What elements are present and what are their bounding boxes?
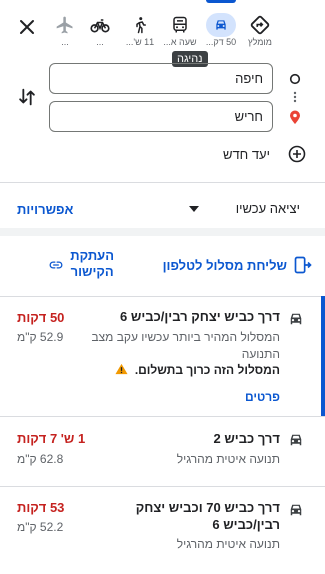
link-icon [49, 261, 63, 269]
add-circle-icon [288, 145, 306, 163]
section-separator [0, 228, 325, 236]
route-dots-icon [293, 90, 297, 108]
swap-icon [19, 88, 35, 106]
depart-time-dropdown[interactable]: יציאה עכשיו [185, 200, 300, 220]
route-option-1[interactable]: דרך כביש יצחק רבין/כביש 6 המסלול המהיר ב… [0, 296, 325, 416]
active-mode-indicator [206, 0, 236, 3]
route-option-3[interactable]: דרך כביש 70 וכביש יצחק רבין/כביש 6 תנועה… [0, 487, 325, 574]
divider [0, 182, 325, 183]
copy-link-label-line1: העתקת [70, 248, 114, 263]
copy-link-button[interactable]: העתקת הקישור [48, 248, 114, 284]
car-icon [290, 434, 302, 446]
send-to-phone-label: שליחת מסלול לטלפון [162, 258, 287, 273]
route-details-link[interactable]: פרטים [245, 390, 280, 404]
mode-label: ... [96, 37, 104, 47]
warning-icon [115, 363, 129, 375]
mode-driving[interactable]: 50 דק... [201, 13, 241, 47]
mode-flight[interactable]: ... [45, 14, 85, 47]
mode-label: 11 ש'... [125, 37, 155, 47]
mode-label: מומלץ [248, 37, 272, 47]
route-title: דרך כביש 2 [213, 431, 280, 446]
car-icon [290, 313, 302, 325]
walking-icon [120, 14, 160, 36]
destination-pin-icon [289, 110, 301, 130]
route-duration: 50 דקות [17, 310, 65, 325]
route-description: המסלול המהיר ביותר עכשיו עקב מצב [91, 330, 280, 344]
add-destination-label: יעד חדש [222, 147, 270, 162]
depart-time-label: יציאה עכשיו [235, 201, 300, 216]
car-icon [206, 13, 236, 37]
caret-down-icon [189, 206, 199, 212]
add-destination-button[interactable]: יעד חדש [160, 144, 310, 166]
origin-marker-icon [289, 72, 301, 90]
mode-transit[interactable]: שעה א... [160, 14, 200, 47]
toll-warning-text: המסלול הזה כרוך בתשלום. [134, 363, 280, 377]
route-title: רבין/כביש 6 [212, 517, 280, 532]
directions-icon [240, 14, 280, 36]
mode-label: ... [61, 37, 69, 47]
route-duration: 1 ש' 7 דקות [17, 431, 86, 446]
mode-walking[interactable]: 11 ש'... [120, 14, 160, 47]
route-option-2[interactable]: דרך כביש 2 תנועה איטית מהרגיל 1 ש' 7 דקו… [0, 417, 325, 485]
bus-icon [160, 14, 200, 36]
route-description: תנועה איטית מהרגיל [176, 537, 280, 551]
airplane-icon [45, 14, 85, 36]
route-distance: 62.8 ק"מ [17, 452, 64, 466]
mode-cycling[interactable]: ... [80, 14, 120, 47]
close-button[interactable] [16, 16, 38, 38]
mode-label: שעה א... [163, 37, 197, 47]
bicycle-icon [80, 14, 120, 36]
mode-label: 50 דק... [205, 37, 237, 47]
route-description: התנועה [241, 347, 280, 361]
send-to-phone-button[interactable]: שליחת מסלול לטלפון [163, 255, 313, 277]
car-icon [290, 504, 302, 516]
origin-input[interactable]: חיפה [49, 63, 273, 94]
selected-route-indicator [321, 296, 325, 416]
destination-input[interactable]: חריש [49, 101, 273, 132]
route-title: דרך כביש יצחק רבין/כביש 6 [120, 309, 280, 324]
mode-best[interactable]: מומלץ [240, 14, 280, 47]
swap-button[interactable] [16, 86, 38, 108]
close-icon [20, 20, 34, 34]
route-title: דרך כביש 70 וכביש יצחק [135, 500, 280, 515]
send-to-phone-icon [294, 256, 312, 274]
route-duration: 53 דקות [17, 500, 65, 515]
route-description: תנועה איטית מהרגיל [176, 452, 280, 466]
toll-warning: המסלול הזה כרוך בתשלום. [115, 363, 280, 377]
route-distance: 52.2 ק"מ [17, 520, 64, 534]
options-button[interactable]: אפשרויות [17, 202, 73, 217]
copy-link-label-line2: הקישור [70, 264, 114, 279]
route-distance: 52.9 ק"מ [17, 330, 64, 344]
